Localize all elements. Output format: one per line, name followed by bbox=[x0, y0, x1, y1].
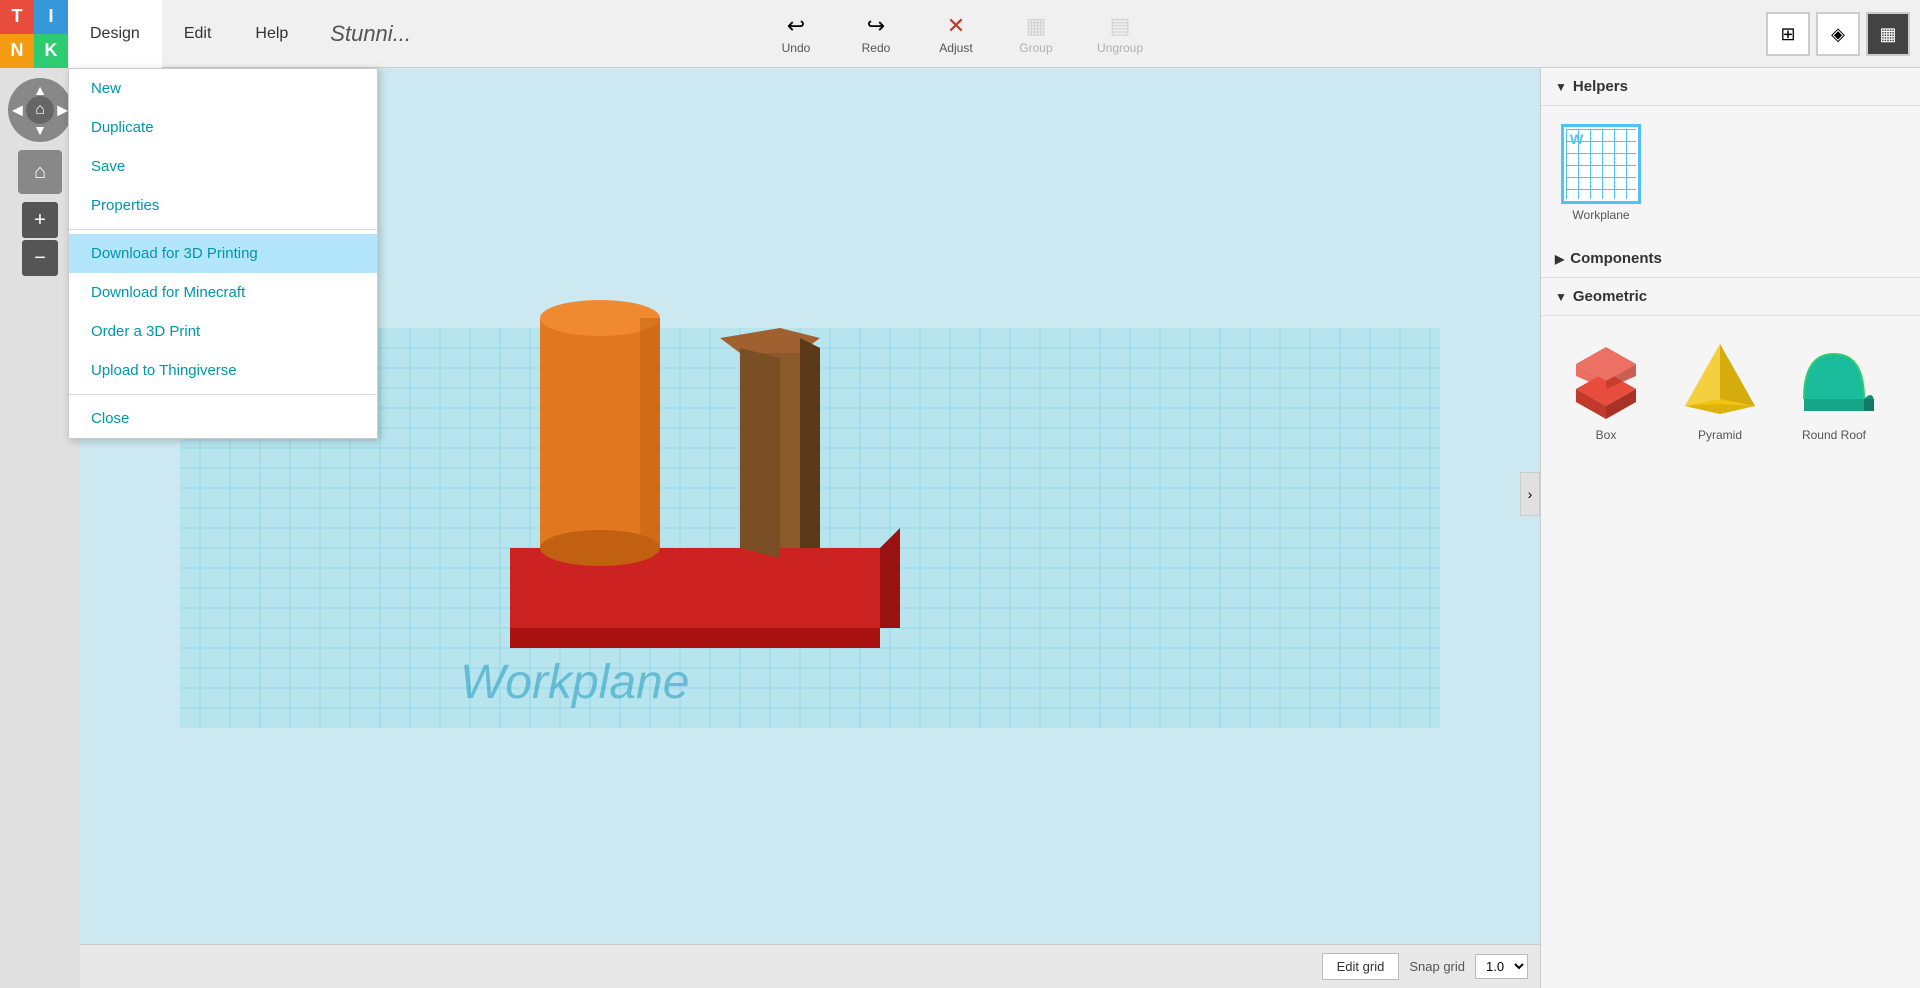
helpers-section: W Workplane bbox=[1541, 106, 1920, 240]
panel-collapse-button[interactable]: › bbox=[1520, 472, 1540, 516]
adjust-icon bbox=[947, 13, 965, 39]
zoom-out-button[interactable]: − bbox=[22, 240, 58, 276]
nav-help[interactable]: Help bbox=[233, 0, 310, 68]
menu-save[interactable]: Save bbox=[69, 147, 377, 186]
ungroup-label: Ungroup bbox=[1097, 41, 1143, 55]
menu-properties[interactable]: Properties bbox=[69, 186, 377, 225]
group-icon bbox=[1026, 13, 1047, 39]
adjust-label: Adjust bbox=[939, 41, 972, 55]
undo-icon bbox=[787, 13, 805, 39]
workplane-helper[interactable]: W Workplane bbox=[1551, 116, 1651, 230]
logo-n: N bbox=[0, 34, 34, 68]
helpers-label: Helpers bbox=[1573, 78, 1628, 95]
redo-icon bbox=[867, 13, 885, 39]
toolbar-center: Undo Redo Adjust Group Ungroup bbox=[761, 0, 1159, 68]
logo-k: K bbox=[34, 34, 68, 68]
bottom-bar: Edit grid Snap grid 0.1 0.5 1.0 2.0 5.0 bbox=[80, 944, 1540, 988]
compass-south: ▼ bbox=[33, 122, 47, 138]
roundroof-shape-icon bbox=[1789, 334, 1879, 424]
grid-view-button[interactable]: ⊞ bbox=[1766, 12, 1810, 56]
menu-downloadmc[interactable]: Download for Minecraft bbox=[69, 273, 377, 312]
redo-label: Redo bbox=[862, 41, 891, 55]
menu-new[interactable]: New bbox=[69, 69, 377, 108]
3d-view-button[interactable]: ◈ bbox=[1816, 12, 1860, 56]
home-button[interactable]: ⌂ bbox=[18, 150, 62, 194]
design-dropdown: New Duplicate Save Properties Download f… bbox=[68, 68, 378, 439]
undo-label: Undo bbox=[782, 41, 811, 55]
redo-button[interactable]: Redo bbox=[841, 7, 911, 61]
shape-roundroof-item[interactable]: Round Roof bbox=[1779, 326, 1889, 450]
components-section-header[interactable]: ▶ Components bbox=[1541, 240, 1920, 278]
svg-text:Workplane: Workplane bbox=[460, 656, 689, 709]
geometric-section-header[interactable]: ▼ Geometric bbox=[1541, 278, 1920, 316]
snap-grid-select[interactable]: 0.1 0.5 1.0 2.0 5.0 bbox=[1475, 954, 1528, 979]
shape-box-item[interactable]: Box bbox=[1551, 326, 1661, 450]
shape-pyramid-item[interactable]: Pyramid bbox=[1665, 326, 1775, 450]
menu-upload[interactable]: Upload to Thingiverse bbox=[69, 351, 377, 390]
box-label: Box bbox=[1596, 428, 1617, 442]
group-button[interactable]: Group bbox=[1001, 7, 1071, 61]
box-shape-icon bbox=[1561, 334, 1651, 424]
menu-order3d[interactable]: Order a 3D Print bbox=[69, 312, 377, 351]
topbar: T I N K Design Edit Help Stunni... Undo … bbox=[0, 0, 1920, 68]
geometric-label: Geometric bbox=[1573, 288, 1647, 305]
project-title: Stunni... bbox=[330, 21, 411, 47]
pyramid-label: Pyramid bbox=[1698, 428, 1742, 442]
workplane-helper-label: Workplane bbox=[1572, 208, 1629, 222]
menu-divider-1 bbox=[69, 229, 377, 230]
ungroup-icon bbox=[1110, 13, 1131, 39]
compass-north: ▲ bbox=[33, 82, 47, 98]
components-triangle: ▶ bbox=[1555, 252, 1564, 266]
nav-menu: Design Edit Help bbox=[68, 0, 310, 68]
pyramid-shape-icon bbox=[1675, 334, 1765, 424]
compass-west: ◀ bbox=[12, 102, 23, 119]
edit-grid-button[interactable]: Edit grid bbox=[1322, 953, 1400, 980]
geometric-section: Box Pyramid bbox=[1541, 316, 1920, 460]
nav-edit[interactable]: Edit bbox=[162, 0, 234, 68]
snap-grid-label: Snap grid bbox=[1409, 959, 1465, 974]
group-label: Group bbox=[1019, 41, 1052, 55]
compass-east: ▶ bbox=[57, 102, 68, 119]
helpers-triangle: ▼ bbox=[1555, 80, 1567, 94]
undo-button[interactable]: Undo bbox=[761, 7, 831, 61]
workplane-w-letter: W bbox=[1570, 131, 1583, 147]
logo-i: I bbox=[34, 0, 68, 34]
toolbar-right: ⊞ ◈ ▦ bbox=[1766, 0, 1920, 68]
nav-design[interactable]: Design bbox=[68, 0, 162, 68]
zoom-controls: + − bbox=[22, 202, 58, 276]
components-label: Components bbox=[1570, 250, 1662, 267]
right-panel: ▼ Helpers W Workplane ▶ Components ▼ Geo… bbox=[1540, 68, 1920, 988]
geometric-triangle: ▼ bbox=[1555, 290, 1567, 304]
nav-compass[interactable]: ▲ ▼ ▶ ◀ ⌂ bbox=[8, 78, 72, 142]
zoom-in-button[interactable]: + bbox=[22, 202, 58, 238]
workplane-icon: W bbox=[1561, 124, 1641, 204]
menu-duplicate[interactable]: Duplicate bbox=[69, 108, 377, 147]
adjust-button[interactable]: Adjust bbox=[921, 7, 991, 61]
ungroup-button[interactable]: Ungroup bbox=[1081, 7, 1159, 61]
logo: T I N K bbox=[0, 0, 68, 68]
compass-center: ⌂ bbox=[26, 96, 54, 124]
helpers-section-header[interactable]: ▼ Helpers bbox=[1541, 68, 1920, 106]
menu-download3d[interactable]: Download for 3D Printing bbox=[69, 234, 377, 273]
roundroof-label: Round Roof bbox=[1802, 428, 1866, 442]
logo-t: T bbox=[0, 0, 34, 34]
menu-divider-2 bbox=[69, 394, 377, 395]
blocks-view-button[interactable]: ▦ bbox=[1866, 12, 1910, 56]
menu-close[interactable]: Close bbox=[69, 399, 377, 438]
